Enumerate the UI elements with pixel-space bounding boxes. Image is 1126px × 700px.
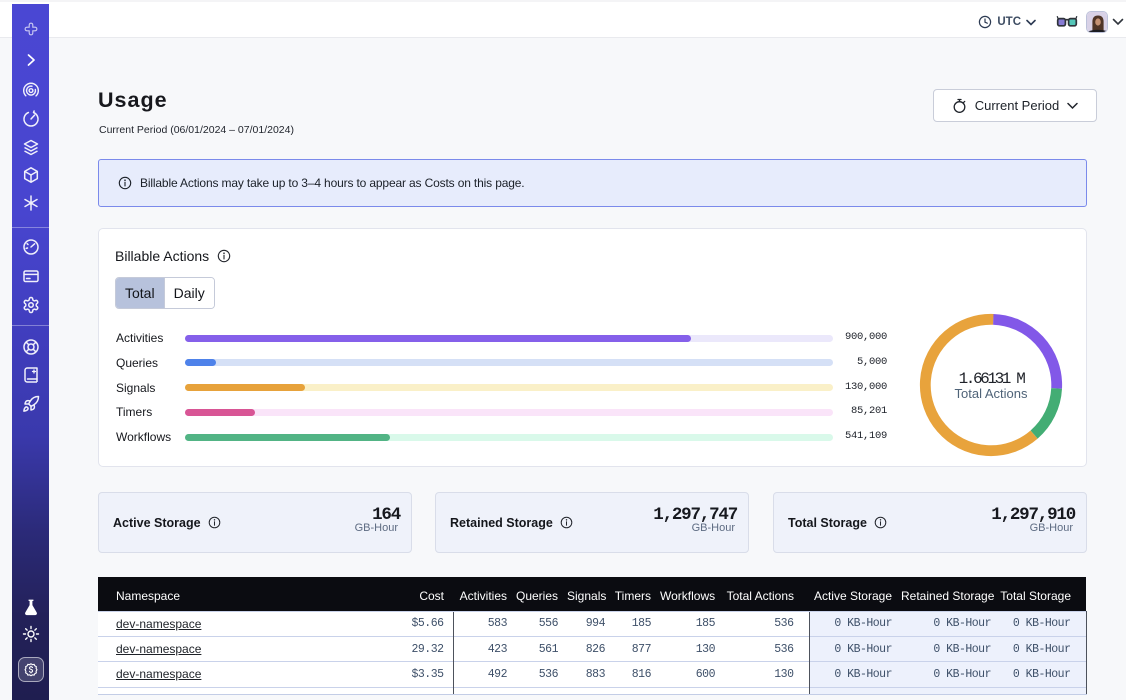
svg-text:Total Actions: Total Actions [954,386,1027,401]
